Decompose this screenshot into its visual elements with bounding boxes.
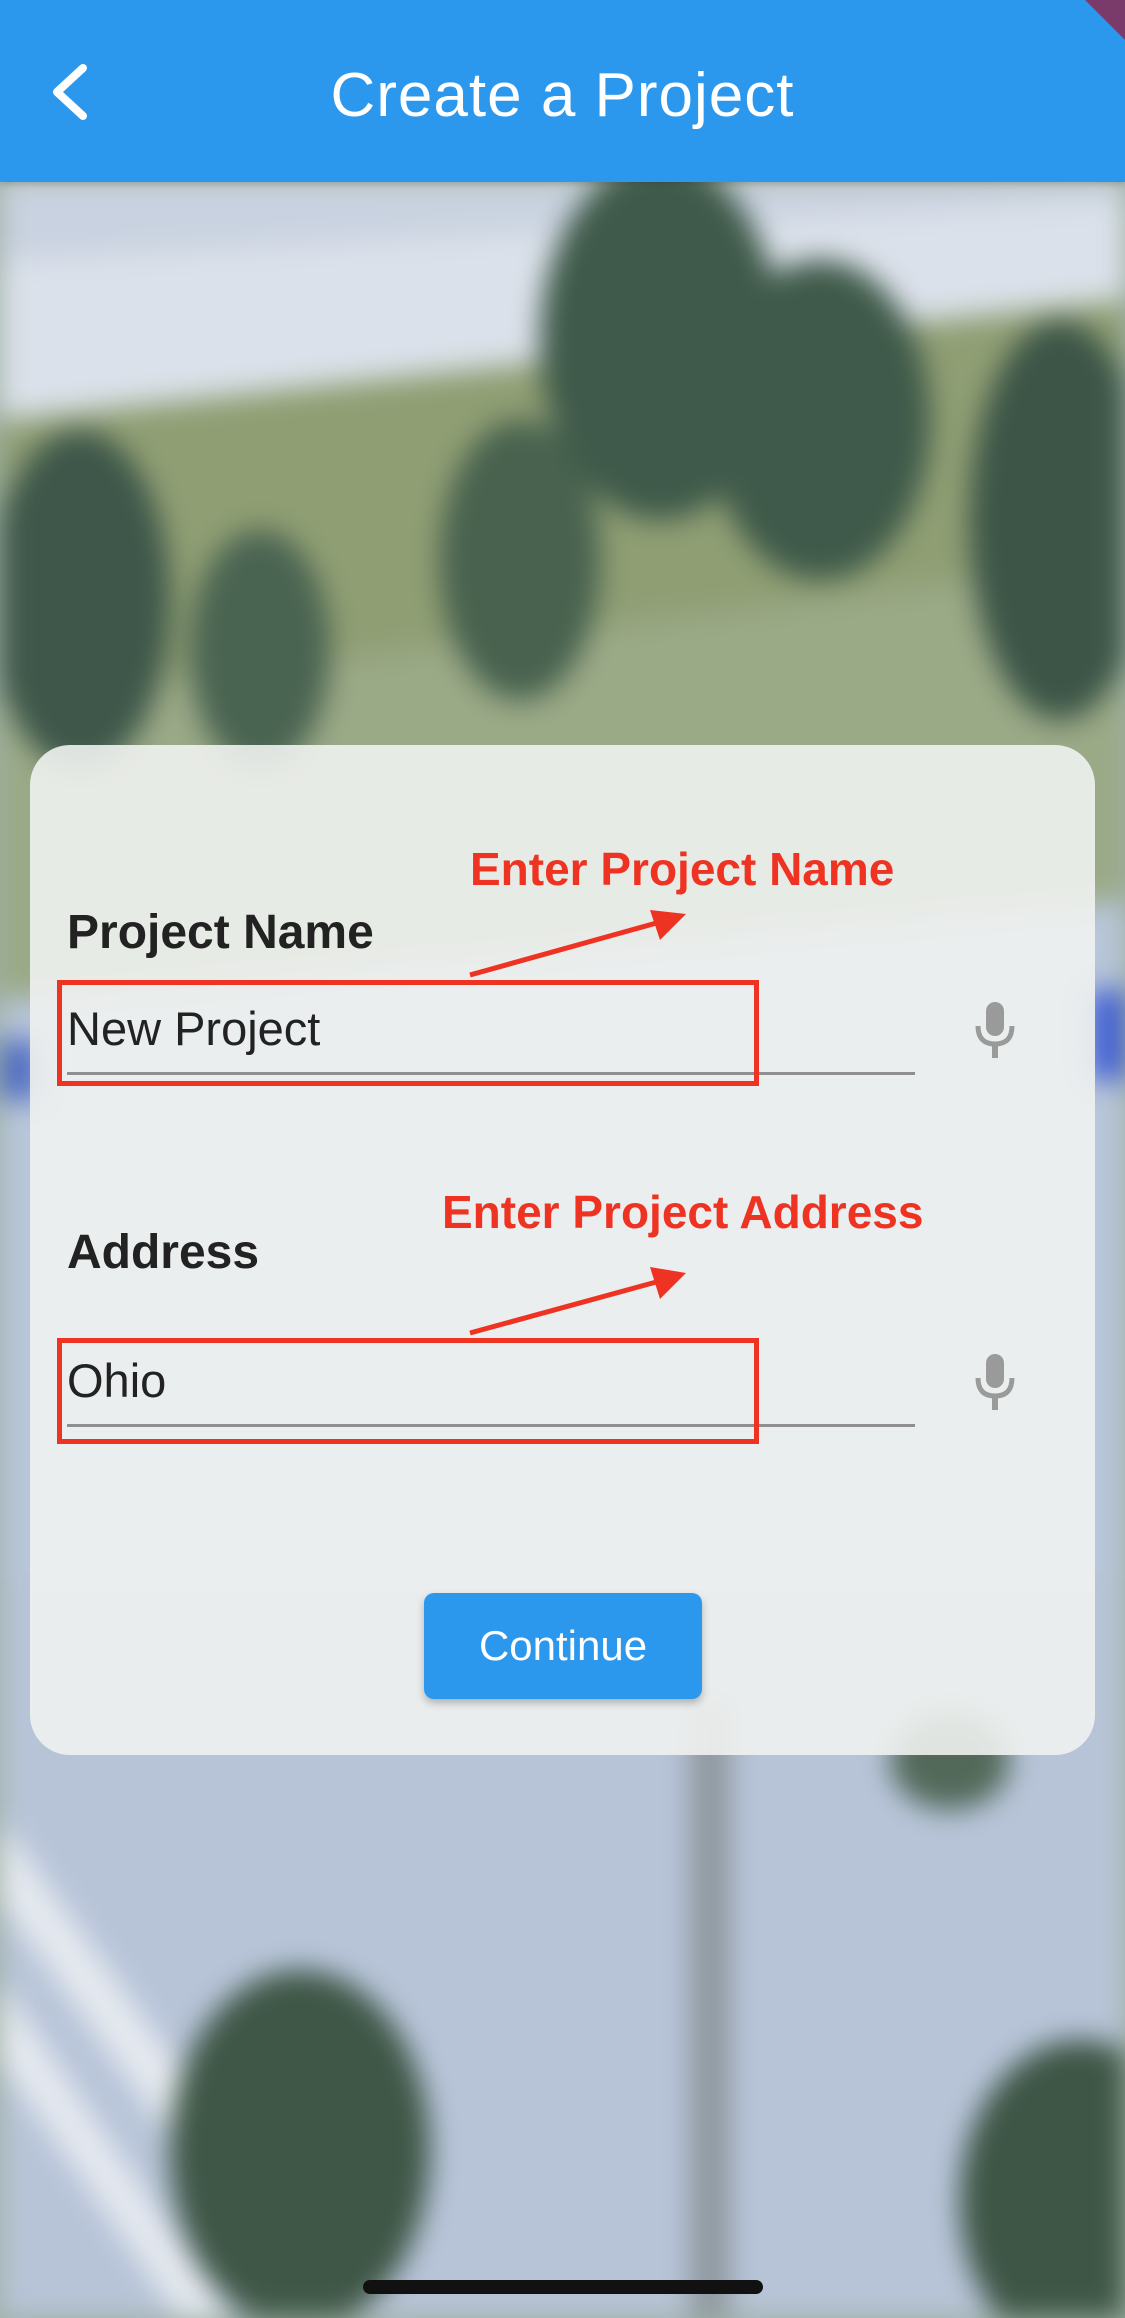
continue-button[interactable]: Continue xyxy=(424,1593,702,1699)
home-indicator xyxy=(363,2280,763,2294)
address-mic-button[interactable] xyxy=(955,1342,1035,1422)
annotation-address-hint: Enter Project Address xyxy=(442,1186,924,1238)
annotation-name-hint: Enter Project Name xyxy=(470,843,895,895)
project-name-mic-button[interactable] xyxy=(955,990,1035,1070)
address-label: Address xyxy=(67,1226,260,1279)
microphone-icon xyxy=(975,1354,1015,1410)
project-name-label: Project Name xyxy=(67,906,374,959)
corner-ribbon xyxy=(1085,0,1125,40)
app-bar: Create a Project xyxy=(0,0,1125,182)
microphone-icon xyxy=(975,1002,1015,1058)
create-project-card: Project Name Address Continue xyxy=(30,745,1095,1755)
address-input[interactable] xyxy=(67,1337,915,1427)
project-name-input[interactable] xyxy=(67,985,915,1075)
page-title: Create a Project xyxy=(330,61,795,130)
